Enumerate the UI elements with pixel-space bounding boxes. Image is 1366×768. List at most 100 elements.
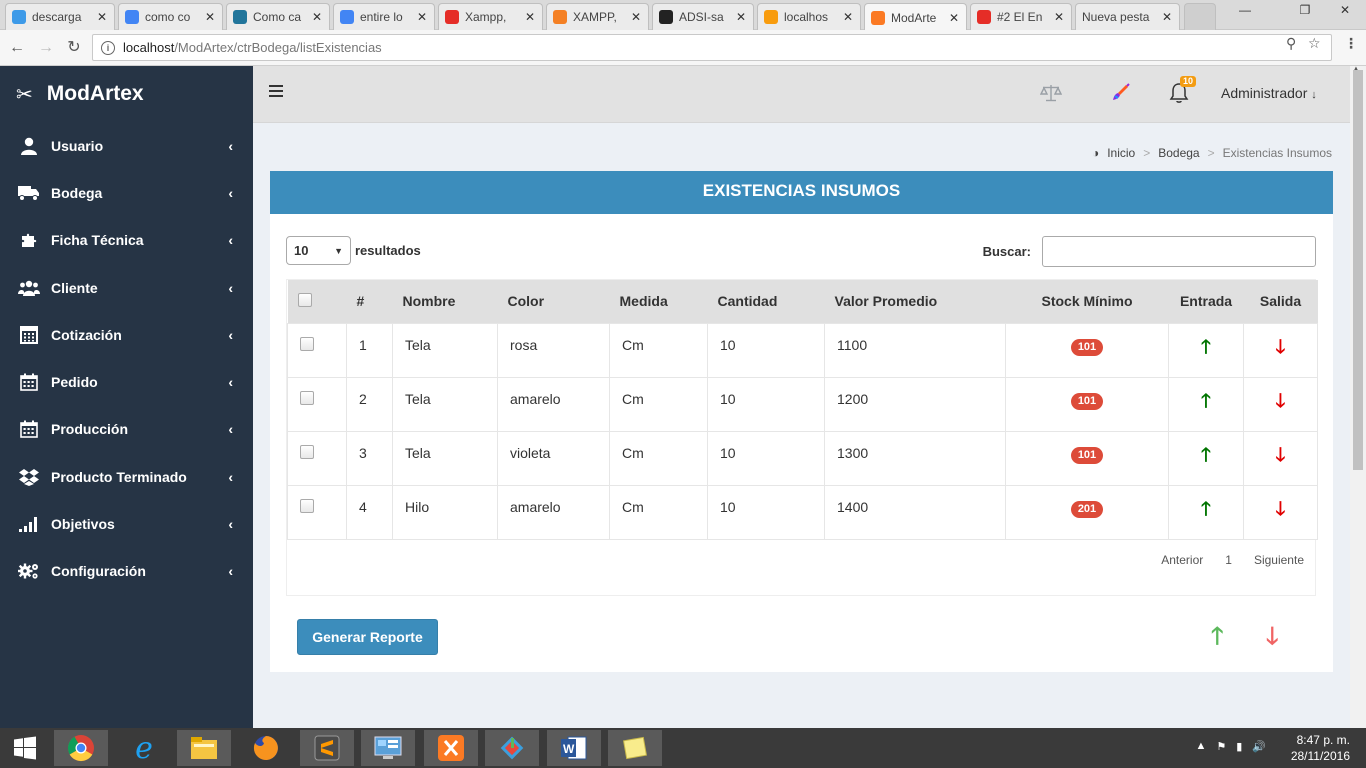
row-checkbox[interactable] [300, 336, 314, 351]
sidebar-toggle-icon[interactable] [269, 85, 283, 99]
windows-start-icon[interactable] [0, 730, 50, 766]
close-window-button[interactable]: ✕ [1330, 0, 1360, 20]
ie-icon[interactable]: e [117, 730, 171, 766]
close-tab-icon[interactable]: ✕ [842, 10, 854, 24]
browser-tab[interactable]: localhos ✕ [757, 3, 861, 30]
git-icon[interactable] [485, 730, 539, 766]
browser-tab[interactable]: descarga ✕ [5, 3, 115, 30]
tray-expand-icon[interactable]: ▲ [1195, 740, 1206, 753]
control-panel-icon[interactable] [361, 730, 415, 766]
word-icon[interactable]: W [547, 730, 601, 766]
results-per-page-select[interactable]: 10 ▼ [286, 236, 351, 265]
sticky-notes-icon[interactable] [608, 730, 662, 766]
sidebar-item-bodega[interactable]: Bodega ‹ [0, 169, 253, 216]
page-scrollbar[interactable]: ▲ [1350, 66, 1366, 728]
close-tab-icon[interactable]: ✕ [1053, 10, 1065, 24]
sidebar-item-pedido[interactable]: Pedido ‹ [0, 358, 253, 405]
sidebar-item-configuracion[interactable]: Configuración ‹ [0, 548, 253, 595]
browser-tab[interactable]: entire lo ✕ [333, 3, 435, 30]
file-explorer-icon[interactable] [177, 730, 231, 766]
column-header[interactable]: Medida [610, 280, 708, 323]
close-tab-icon[interactable]: ✕ [630, 10, 642, 24]
brand[interactable]: ✂ ModArtex [0, 66, 253, 122]
column-header[interactable]: Cantidad [708, 280, 825, 323]
salida-arrow-down-icon[interactable]: 🡓 [1276, 392, 1286, 411]
pagination-next[interactable]: Siguiente [1254, 553, 1304, 567]
volume-icon[interactable]: 🔊 [1252, 740, 1266, 753]
close-tab-icon[interactable]: ✕ [948, 11, 960, 25]
close-tab-icon[interactable]: ✕ [1161, 10, 1173, 24]
close-tab-icon[interactable]: ✕ [524, 10, 536, 24]
close-tab-icon[interactable]: ✕ [204, 10, 216, 24]
column-header[interactable]: Entrada [1169, 280, 1244, 323]
browser-tab[interactable]: Xampp, ✕ [438, 3, 543, 30]
chevron-left-icon: ‹ [228, 516, 233, 533]
new-tab-button[interactable] [1184, 3, 1216, 30]
sidebar-item-produccion[interactable]: Producción ‹ [0, 406, 253, 453]
back-button[interactable]: ← [6, 37, 28, 59]
sidebar-item-cotizacion[interactable]: Cotización ‹ [0, 311, 253, 358]
maximize-button[interactable]: ❐ [1290, 0, 1320, 20]
column-header[interactable]: Nombre [393, 280, 498, 323]
column-header[interactable]: Salida [1244, 280, 1318, 323]
notifications-count-badge: 10 [1180, 76, 1197, 87]
row-checkbox[interactable] [300, 444, 314, 459]
chrome-menu-icon[interactable]: ⋮ [1344, 35, 1358, 52]
browser-tab[interactable]: #2 El En ✕ [970, 3, 1072, 30]
zoom-icon[interactable]: ⚲ [1286, 35, 1296, 52]
sidebar-item-usuario[interactable]: Usuario ‹ [0, 122, 253, 169]
column-header[interactable]: # [347, 280, 393, 323]
entrada-arrow-up-icon[interactable]: 🡑 [1201, 500, 1211, 519]
column-header[interactable]: Stock Mínimo [1006, 280, 1169, 323]
user-menu[interactable]: Administrador ↓ [1221, 85, 1317, 101]
paint-brush-icon[interactable] [1108, 81, 1132, 105]
network-signal-icon[interactable]: ▮ [1236, 740, 1242, 753]
minimize-button[interactable]: — [1230, 0, 1260, 20]
salida-arrow-down-icon[interactable]: 🡓 [1276, 338, 1286, 357]
browser-tab[interactable]: XAMPP, ✕ [546, 3, 649, 30]
select-all-checkbox[interactable] [297, 292, 312, 307]
row-checkbox[interactable] [300, 498, 314, 513]
bookmark-star-icon[interactable]: ☆ [1308, 35, 1321, 52]
browser-tab[interactable]: ModArte ✕ [864, 3, 967, 31]
entrada-arrow-up-icon[interactable]: 🡑 [1201, 392, 1211, 411]
close-tab-icon[interactable]: ✕ [96, 10, 108, 24]
breadcrumb-inicio[interactable]: Inicio [1107, 146, 1135, 160]
browser-tab[interactable]: Como ca ✕ [226, 3, 330, 30]
close-tab-icon[interactable]: ✕ [416, 10, 428, 24]
clock[interactable]: 8:47 p. m. 28/11/2016 [1291, 732, 1350, 764]
reload-button[interactable]: ↻ [63, 37, 85, 59]
scrollbar-thumb[interactable] [1353, 70, 1363, 470]
close-tab-icon[interactable]: ✕ [311, 10, 323, 24]
sidebar-item-objetivos[interactable]: Objetivos ‹ [0, 500, 253, 547]
xampp-icon[interactable] [424, 730, 478, 766]
sidebar-item-cliente[interactable]: Cliente ‹ [0, 264, 253, 311]
browser-tab[interactable]: Nueva pesta ✕ [1075, 3, 1180, 30]
salida-arrow-down-icon[interactable]: 🡓 [1276, 500, 1286, 519]
chrome-icon[interactable] [54, 730, 108, 766]
sublime-icon[interactable] [300, 730, 354, 766]
sidebar-item-producto-terminado[interactable]: Producto Terminado ‹ [0, 453, 253, 500]
browser-tab[interactable]: como co ✕ [118, 3, 223, 30]
url-field[interactable]: i localhost/ModArtex/ctrBodega/listExist… [92, 34, 1332, 61]
firefox-icon[interactable] [239, 730, 293, 766]
salida-arrow-down-icon[interactable]: 🡓 [1276, 446, 1286, 465]
entrada-arrow-up-icon[interactable]: 🡑 [1201, 338, 1211, 357]
pagination-page[interactable]: 1 [1225, 553, 1232, 567]
flag-icon[interactable]: ⚑ [1216, 740, 1226, 753]
close-tab-icon[interactable]: ✕ [735, 10, 747, 24]
sidebar-item-ficha-tecnica[interactable]: Ficha Técnica ‹ [0, 217, 253, 264]
info-icon[interactable]: i [101, 40, 115, 55]
generate-report-button[interactable]: Generar Reporte [297, 619, 438, 655]
entrada-arrow-up-icon[interactable]: 🡑 [1201, 446, 1211, 465]
browser-tab[interactable]: ADSI-sa ✕ [652, 3, 754, 30]
column-header[interactable]: Valor Promedio [825, 280, 1006, 323]
search-input[interactable] [1042, 236, 1316, 267]
column-header[interactable]: Color [498, 280, 610, 323]
sidebar-item-label: Producción [51, 421, 129, 438]
balance-scale-icon[interactable] [1039, 81, 1063, 105]
breadcrumb-bodega[interactable]: Bodega [1158, 146, 1199, 160]
pagination-prev[interactable]: Anterior [1161, 553, 1203, 567]
forward-button[interactable]: → [35, 37, 57, 59]
row-checkbox[interactable] [300, 390, 314, 405]
